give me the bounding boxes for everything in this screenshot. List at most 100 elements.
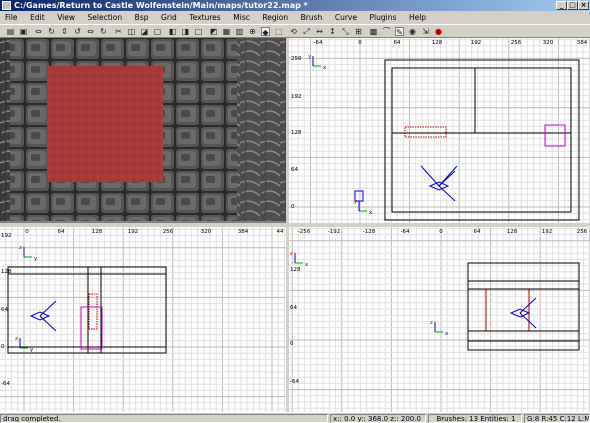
x-axis-flip-icon[interactable]: ⇔: [34, 27, 43, 36]
close-button[interactable]: ×: [578, 1, 589, 10]
ruler-left-label: 0: [1, 344, 5, 350]
ruler-left-label: -64: [290, 379, 299, 385]
hollow-icon[interactable]: □: [194, 27, 203, 36]
scale-z-icon[interactable]: ⤡: [341, 27, 350, 36]
ruler-top-label: 0: [25, 229, 29, 235]
menu-region[interactable]: Region: [257, 11, 293, 24]
ruler-left-label: 256: [291, 56, 302, 62]
menu-textures[interactable]: Textures: [184, 11, 225, 24]
yz-side-view[interactable]: 0 64 128 192 256 320 384 44 192 128 64 0 -64 y z y z: [0, 227, 286, 412]
camera-render[interactable]: [0, 38, 286, 223]
ruler-top-label: 256: [163, 229, 174, 235]
free-rotate-icon[interactable]: ⟲: [289, 27, 298, 36]
csg-merge-icon[interactable]: ◨: [181, 27, 190, 36]
menu-plugins[interactable]: Plugins: [365, 11, 402, 24]
axis-v-label: z: [19, 245, 22, 251]
clipper-icon[interactable]: ✂: [114, 27, 123, 36]
ruler-left-label: -64: [1, 381, 10, 387]
save-icon[interactable]: ▣: [19, 27, 28, 36]
ruler-top-label: 192: [471, 40, 482, 46]
change-view-icon[interactable]: ◩: [209, 27, 218, 36]
ruler-top-label: 384: [577, 40, 588, 46]
y-axis-rotate-icon[interactable]: ↺: [73, 27, 82, 36]
menu-bar: File Edit View Selection Bsp Grid Textur…: [0, 11, 590, 24]
x-axis-rotate-icon[interactable]: ↻: [47, 27, 56, 36]
ruler-top-label: -256: [298, 229, 311, 235]
status-coordinates: x:: 0.0 y:: 368.0 z:: 200.0: [330, 414, 426, 423]
ruler-top-label: 384: [238, 229, 249, 235]
menu-view[interactable]: View: [52, 11, 80, 24]
minimize-button[interactable]: _: [556, 1, 567, 10]
ruler-left-label: 64: [291, 167, 298, 173]
eye-icon[interactable]: ◉: [408, 27, 417, 36]
window-title: C:/Games/Return to Castle Wolfenstein/Ma…: [14, 1, 308, 10]
status-bar: drag completed. x:: 0.0 y:: 368.0 z:: 20…: [0, 412, 590, 423]
ruler-top-label: 128: [432, 40, 443, 46]
open-icon[interactable]: ▤: [6, 27, 15, 36]
menu-brush[interactable]: Brush: [296, 11, 328, 24]
ruler-top-label: -128: [363, 229, 376, 235]
ruler-left-label: 192: [1, 233, 12, 239]
menu-curve[interactable]: Curve: [330, 11, 362, 24]
menu-file[interactable]: File: [0, 11, 23, 24]
z-axis-rotate-icon[interactable]: ↻: [99, 27, 108, 36]
ruler-left-label: 128: [291, 130, 302, 136]
select-partial-icon[interactable]: ◪: [140, 27, 149, 36]
select-inside-icon[interactable]: ▢: [153, 27, 162, 36]
patch-icon[interactable]: ▩: [369, 27, 378, 36]
ruler-top-label: 256: [577, 229, 588, 235]
ruler-top-label: -64: [401, 229, 410, 235]
entity-icon[interactable]: ✎: [395, 27, 404, 37]
app-icon[interactable]: [2, 1, 11, 10]
texture-view-icon[interactable]: ▦: [222, 27, 231, 36]
ruler-left-label: 64: [1, 307, 8, 313]
menu-misc[interactable]: Misc: [228, 11, 255, 24]
maximize-button[interactable]: □: [567, 1, 578, 10]
toolbar: ▤ ▣ ⇔ ↻ ⇕ ↺ ⇔ ↻ ✂ ◫ ◪ ▢ ◧ ◨ □ ◩ ▦ ▥ ⊕ ◆ ⬚ ⟲ ⤢ ↔ ↕ ⤡ ⊞ ▩ ⌒ ✎ ◉ ⇲ ●: [0, 24, 590, 38]
texture-fit-icon[interactable]: ⇲: [421, 27, 430, 36]
menu-bsp[interactable]: Bsp: [130, 11, 154, 24]
ruler-left-label: 192: [291, 94, 302, 100]
csg-subtract-icon[interactable]: ◧: [168, 27, 177, 36]
camera-move-icon[interactable]: ⊕: [248, 27, 257, 36]
ruler-left-label: 128: [290, 267, 301, 273]
show-models-icon[interactable]: ⬚: [274, 27, 283, 36]
ruler-top-label: 0: [439, 229, 443, 235]
ruler-top-label: 64: [474, 229, 481, 235]
xy-top-view[interactable]: -64 0 64 128 192 256 320 384 256 192 128 64 0 x y x y: [289, 38, 590, 223]
z-axis-flip-icon[interactable]: ⇔: [86, 27, 95, 36]
cubic-clip-icon[interactable]: ▥: [235, 27, 244, 36]
bend-icon[interactable]: ⌒: [382, 27, 391, 36]
status-message: drag completed.: [0, 414, 328, 423]
axis-v-label: z: [430, 320, 433, 326]
xz-front-view[interactable]: -256 -192 -128 -64 0 64 128 192 256 128 64 0 -64 x z x z: [289, 227, 590, 412]
menu-edit[interactable]: Edit: [25, 11, 50, 24]
ruler-top-label: 128: [507, 229, 518, 235]
ruler-top-label: 64: [58, 229, 65, 235]
selected-brush-face[interactable]: [47, 66, 163, 182]
free-scale-icon[interactable]: ⤢: [302, 27, 311, 36]
ruler-top-label: 320: [201, 229, 212, 235]
scale-x-icon[interactable]: ↔: [315, 27, 324, 36]
grid-background: [289, 227, 590, 412]
menu-grid[interactable]: Grid: [156, 11, 182, 24]
menu-selection[interactable]: Selection: [83, 11, 128, 24]
scale-y-icon[interactable]: ↕: [328, 27, 337, 36]
y-axis-flip-icon[interactable]: ⇕: [60, 27, 69, 36]
ruler-top-label: -192: [328, 229, 340, 235]
ruler-top-label: 192: [128, 229, 139, 235]
camera-view[interactable]: [0, 38, 286, 223]
ruler-top-label: 256: [511, 40, 522, 46]
menu-help[interactable]: Help: [404, 11, 431, 24]
axis-v-label: z: [15, 336, 18, 342]
lock-icon[interactable]: ●: [434, 27, 443, 36]
ruler-top-label: 128: [92, 229, 103, 235]
status-grid-info: G:8 R:45 C:12 L:MR: [524, 414, 590, 423]
ruler-top-label: 64: [394, 40, 401, 46]
ruler-top-label: -64: [314, 40, 323, 46]
ruler-top-label: 192: [542, 229, 553, 235]
ruler-left-label: 64: [290, 305, 297, 311]
show-entities-icon[interactable]: ◆: [261, 27, 270, 37]
texture-lock-icon[interactable]: ⊞: [354, 27, 363, 36]
select-touching-icon[interactable]: ◫: [127, 27, 136, 36]
